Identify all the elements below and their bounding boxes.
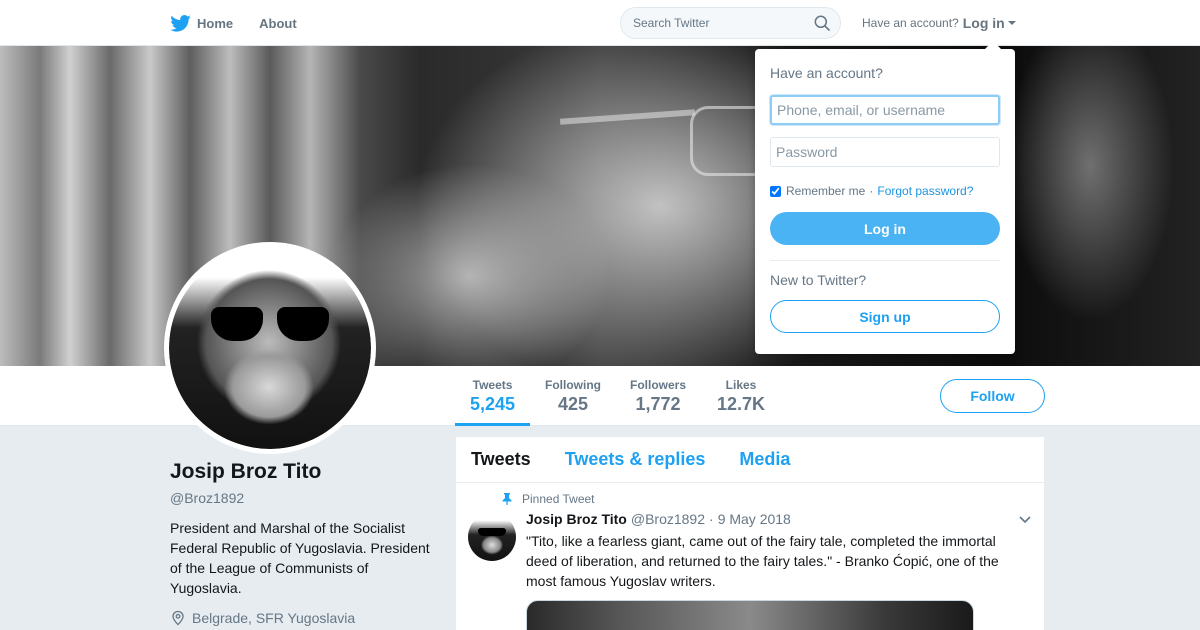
nav-left: Home About <box>170 0 323 46</box>
caret-down-icon <box>1007 21 1016 25</box>
profile-handle[interactable]: @Broz1892 <box>170 490 430 506</box>
profile-card: Josip Broz Tito @Broz1892 President and … <box>170 460 430 626</box>
password-field[interactable] <box>770 137 1000 167</box>
login-link-label: Log in <box>962 15 1005 31</box>
search-input[interactable] <box>621 8 801 38</box>
nav-about[interactable]: About <box>259 16 297 31</box>
tweet-text: "Tito, like a fearless giant, came out o… <box>526 533 999 589</box>
tab-tweets-and-replies[interactable]: Tweets & replies <box>565 449 706 470</box>
pin-icon <box>502 493 512 505</box>
avatar-lens-left <box>211 307 263 341</box>
stat-followers[interactable]: Followers 1,772 <box>630 378 686 415</box>
nav-about-label: About <box>259 15 297 31</box>
banner-decoration <box>559 109 696 125</box>
chevron-down-icon[interactable] <box>1018 515 1032 525</box>
tweet-item[interactable]: Pinned Tweet Josip Broz Tito @Broz1892 ·… <box>456 483 1044 630</box>
tweet-media-image[interactable] <box>526 600 974 630</box>
profile-location-text: Belgrade, SFR Yugoslavia <box>192 610 356 626</box>
stat-following-label: Following <box>545 378 601 392</box>
stat-likes-value: 12.7K <box>717 394 766 414</box>
stat-tweets-value: 5,245 <box>470 394 516 414</box>
stat-followers-value: 1,772 <box>635 394 681 414</box>
tweet-avatar-glasses <box>478 528 506 536</box>
tweet-meta-separator: · <box>709 511 714 527</box>
remember-separator: · <box>869 184 874 198</box>
tweet-avatar[interactable] <box>468 513 516 561</box>
search-icon[interactable] <box>814 15 830 31</box>
pinned-indicator: Pinned Tweet <box>502 492 595 506</box>
stat-tweets[interactable]: Tweets 5,245 <box>470 378 515 415</box>
twitter-bird-icon <box>170 14 191 32</box>
stat-tweets-label: Tweets <box>472 378 513 392</box>
profile-location: Belgrade, SFR Yugoslavia <box>170 610 430 626</box>
tweet-author-handle[interactable]: @Broz1892 <box>631 511 705 527</box>
location-pin-icon <box>172 610 184 626</box>
stat-following-value: 425 <box>557 394 589 414</box>
stat-likes[interactable]: Likes 12.7K <box>717 378 765 415</box>
remember-me-checkbox[interactable] <box>770 185 781 197</box>
active-stat-underline <box>455 423 530 426</box>
profile-avatar[interactable] <box>164 242 376 454</box>
timeline-tabs: Tweets Tweets & replies Media <box>456 437 1044 483</box>
stat-likes-label: Likes <box>725 378 757 392</box>
nav-home[interactable]: Home <box>170 14 234 32</box>
stat-followers-label: Followers <box>630 378 687 392</box>
top-navigation-bar: Home About Have an account? Log in <box>0 0 1200 46</box>
dropdown-arrow <box>985 41 1001 49</box>
remember-row: Remember me · Forgot password? <box>770 184 973 198</box>
signup-button[interactable]: Sign up <box>770 300 1000 333</box>
tab-tweets[interactable]: Tweets <box>471 449 531 470</box>
avatar-image <box>169 247 371 449</box>
dropdown-divider <box>770 260 1000 261</box>
tweet-header: Josip Broz Tito @Broz1892 · 9 May 2018 <box>526 511 791 527</box>
new-to-twitter-text: New to Twitter? <box>770 272 867 288</box>
tab-media[interactable]: Media <box>739 449 790 470</box>
login-dropdown-title: Have an account? <box>770 65 883 81</box>
forgot-password-link[interactable]: Forgot password? <box>877 184 973 198</box>
login-dropdown: Have an account? Remember me · Forgot pa… <box>755 41 1015 354</box>
tweet-author-name[interactable]: Josip Broz Tito <box>526 511 627 527</box>
login-button[interactable]: Log in <box>770 212 1000 245</box>
nav-home-label: Home <box>197 15 234 31</box>
timeline: Tweets Tweets & replies Media Pinned Twe… <box>456 437 1044 630</box>
have-account-text: Have an account? <box>862 16 959 30</box>
follow-button[interactable]: Follow <box>940 379 1045 413</box>
tweet-date[interactable]: 9 May 2018 <box>718 511 791 527</box>
avatar-lens-right <box>277 307 329 341</box>
search-box <box>620 7 841 39</box>
login-dropdown-toggle[interactable]: Log in <box>963 15 1016 31</box>
pinned-label: Pinned Tweet <box>522 492 595 506</box>
username-field[interactable] <box>770 95 1000 125</box>
profile-name[interactable]: Josip Broz Tito <box>170 460 430 484</box>
avatar-sunglasses <box>211 307 331 341</box>
remember-me-label: Remember me <box>786 184 866 198</box>
stat-following[interactable]: Following 425 <box>545 378 601 415</box>
profile-bio: President and Marshal of the Socialist F… <box>170 520 430 596</box>
account-area: Have an account? Log in <box>862 15 1016 31</box>
